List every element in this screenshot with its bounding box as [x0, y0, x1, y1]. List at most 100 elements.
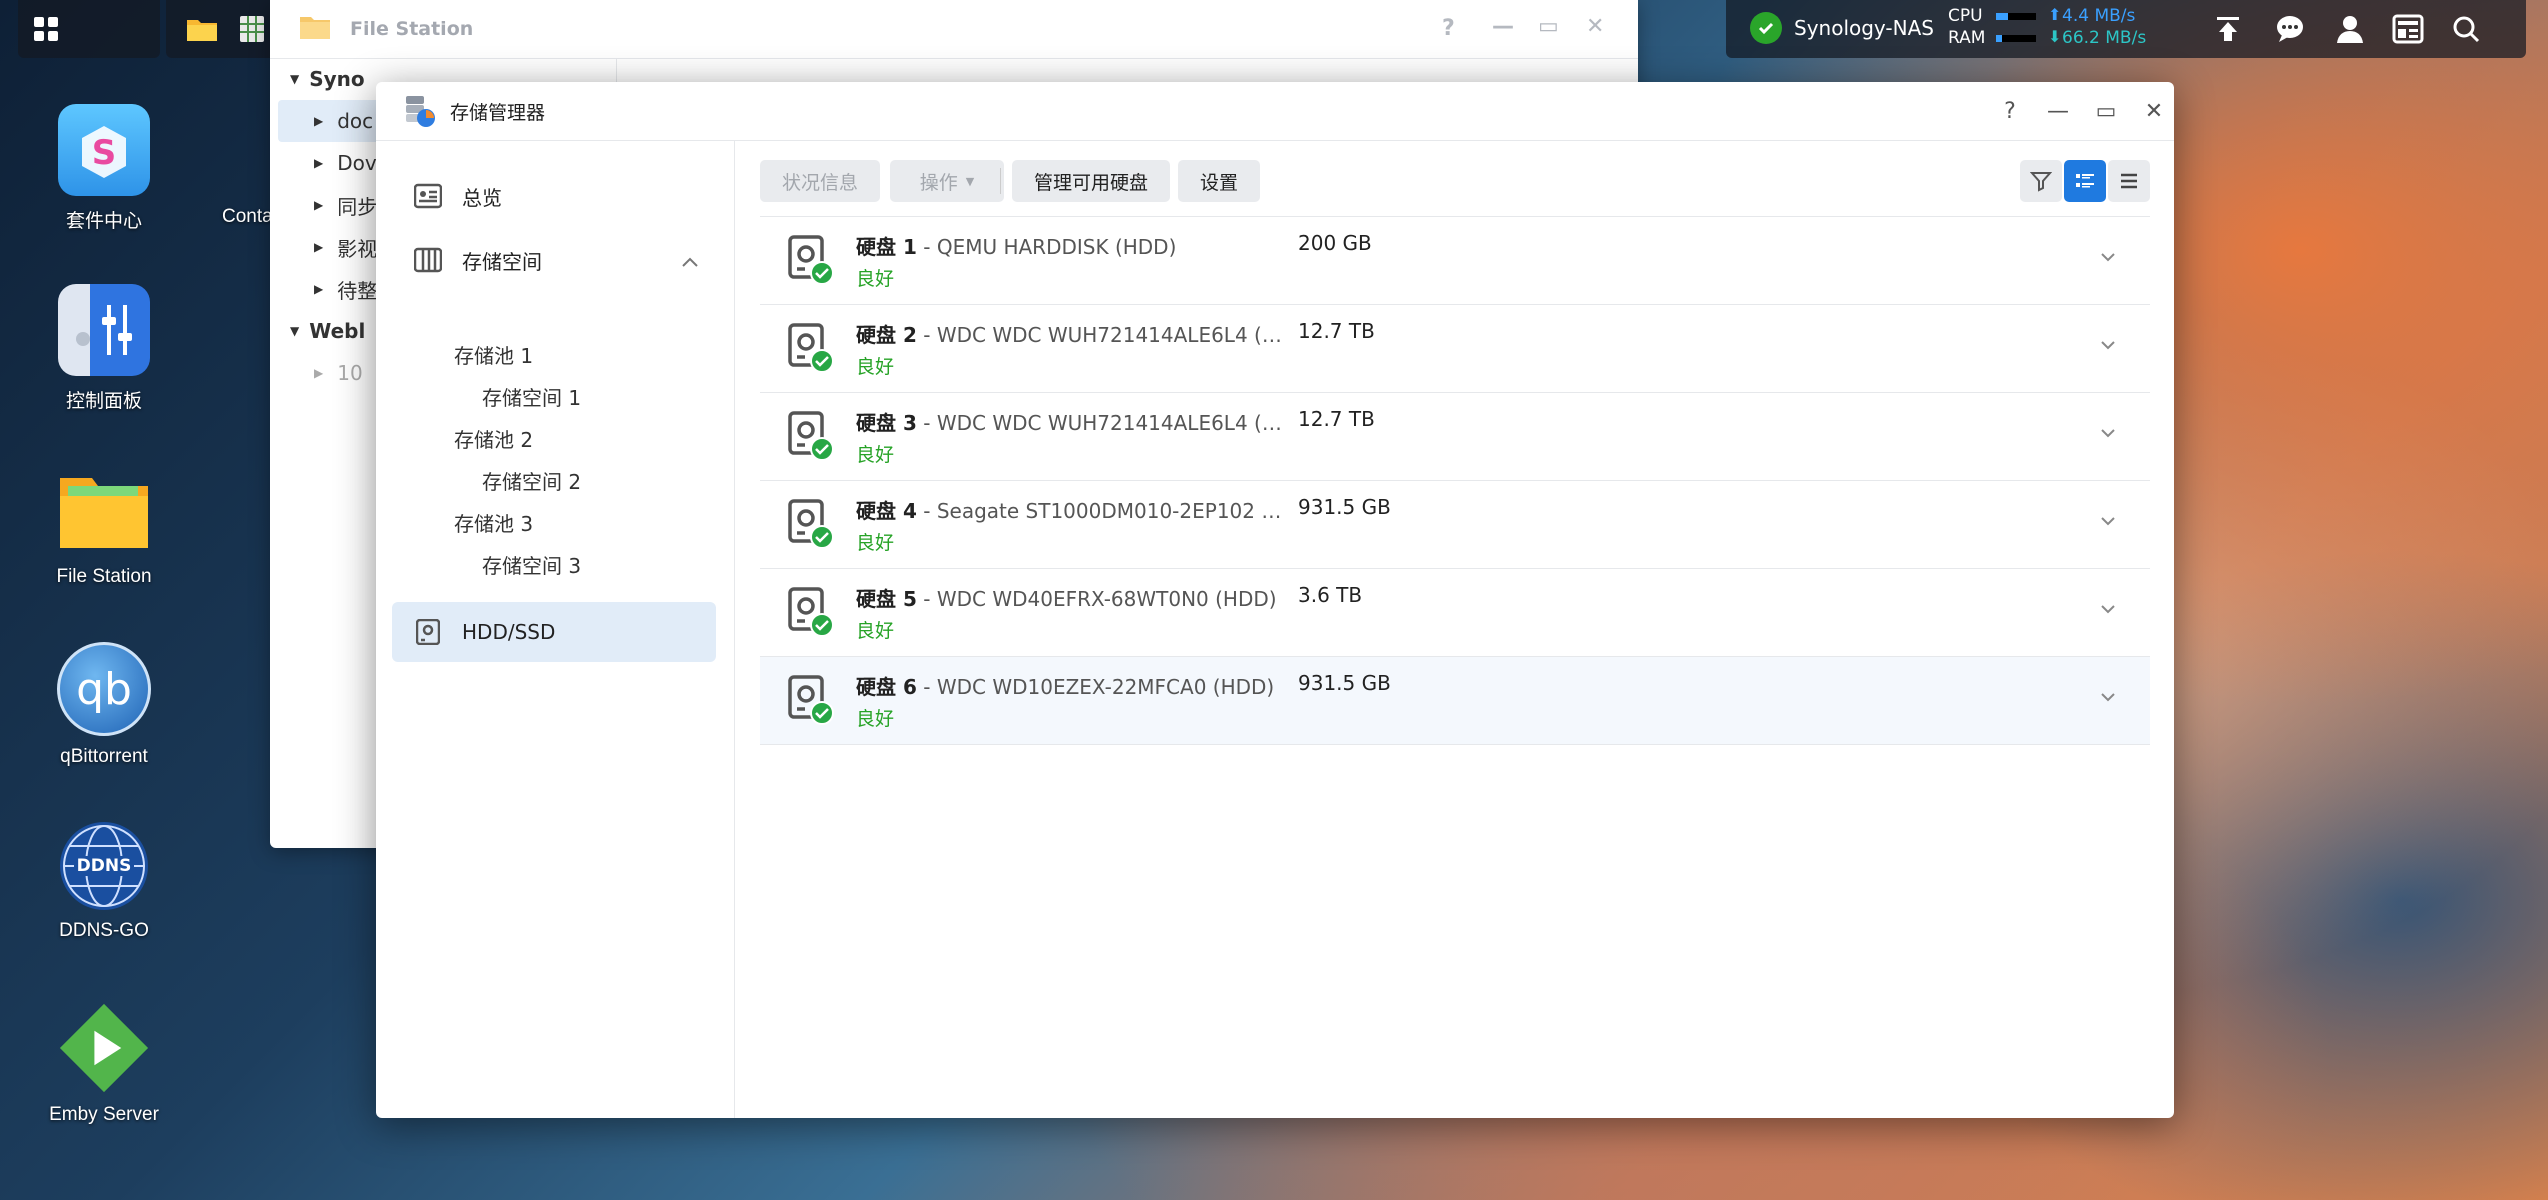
manage-disks-button[interactable]: 管理可用硬盘 [1012, 160, 1170, 202]
sidebar-item-volume-1[interactable]: 存储空间 1 [482, 376, 581, 416]
download-speed: 66.2 MB/s [2062, 28, 2147, 48]
storage-manager-app-icon [402, 94, 436, 128]
desktop-icon-package-center[interactable]: S 套件中心 [24, 104, 184, 233]
disk-size: 931.5 GB [1298, 671, 1391, 695]
desktop-icon-emby-server[interactable]: Emby Server [24, 1002, 184, 1126]
sidebar-item-label: 总览 [462, 185, 502, 210]
emby-icon [58, 1002, 150, 1094]
caret-right-icon: ▶ [314, 156, 324, 170]
caret-down-icon: ▼ [290, 324, 300, 338]
hdd-ok-icon [788, 323, 834, 373]
desktop-icon-file-station[interactable]: File Station [24, 464, 184, 588]
storage-manager-titlebar[interactable]: 存储管理器 ? — ▭ ✕ [376, 82, 2174, 141]
package-center-icon: S [58, 104, 150, 196]
close-button[interactable]: ✕ [2130, 82, 2174, 140]
chat-icon[interactable] [2268, 7, 2312, 51]
caret-down-icon: ▼ [290, 72, 300, 86]
sidebar-item-volume-3[interactable]: 存储空间 3 [482, 544, 581, 584]
desktop-icon-label: DDNS-GO [59, 920, 149, 941]
status-info-button[interactable]: 状况信息 [760, 160, 880, 202]
sidebar-item-overview[interactable]: 总览 [392, 166, 716, 226]
help-button[interactable]: ? [1986, 82, 2034, 140]
folder-icon[interactable] [180, 7, 224, 51]
sidebar-item-label: HDD/SSD [462, 620, 556, 644]
sidebar-item-pool-1[interactable]: 存储池 1 [454, 334, 533, 374]
disk-size: 12.7 TB [1298, 407, 1375, 431]
disk-name: 硬盘 1 - QEMU HARDDISK (HDD) [856, 235, 1177, 259]
desktop-icon-label: qBittorrent [60, 746, 148, 767]
overview-icon [414, 182, 442, 210]
file-station-titlebar[interactable]: File Station ? — ▭ ✕ [270, 0, 1638, 58]
cpu-label: CPU [1948, 6, 1983, 26]
list-view-button[interactable] [2108, 160, 2150, 202]
chevron-down-icon[interactable] [2096, 245, 2120, 269]
sidebar-item-volume-2[interactable]: 存储空间 2 [482, 460, 581, 500]
resource-monitor[interactable]: CPU RAM ⬆ 4.4 MB/s ⬇ 66.2 MB/s [1948, 5, 2168, 52]
user-icon[interactable] [2328, 7, 2372, 51]
hdd-ok-icon [788, 411, 834, 461]
desktop-icon-qbittorrent[interactable]: qb qBittorrent [24, 642, 184, 768]
upload-arrow-icon: ⬆ [2048, 5, 2062, 24]
disk-size: 200 GB [1298, 231, 1372, 255]
disk-row[interactable]: 硬盘 3 - WDC WDC WUH721414ALE6L4 (H... 良好 … [760, 393, 2150, 481]
nas-name: Synology-NAS [1794, 16, 1934, 40]
chevron-down-icon[interactable] [2096, 509, 2120, 533]
toolbar-divider [1000, 168, 1001, 194]
disk-name: 硬盘 5 - WDC WD40EFRX-68WT0N0 (HDD) [856, 587, 1277, 611]
sidebar-item-hdd-ssd[interactable]: HDD/SSD [392, 602, 716, 662]
list-icon [2121, 173, 2137, 189]
widgets-icon[interactable] [2386, 7, 2430, 51]
minimize-icon[interactable]: — [1492, 14, 1514, 39]
filter-icon [2030, 172, 2052, 192]
taskbar-left [18, 0, 160, 58]
detail-view-button[interactable] [2064, 160, 2106, 202]
qbittorrent-glyph: qb [76, 663, 132, 715]
sidebar-item-storage[interactable]: 存储空间 [392, 230, 716, 290]
disk-row[interactable]: 硬盘 1 - QEMU HARDDISK (HDD) 良好 200 GB [760, 217, 2150, 305]
hdd-ok-icon [788, 587, 834, 637]
desktop-icon-control-panel[interactable]: 控制面板 [24, 284, 184, 413]
filter-button[interactable] [2020, 160, 2062, 202]
caret-right-icon: ▶ [314, 282, 324, 296]
upload-icon[interactable] [2206, 7, 2250, 51]
disk-row[interactable]: 硬盘 2 - WDC WDC WUH721414ALE6L4 (H... 良好 … [760, 305, 2150, 393]
search-icon[interactable] [2444, 7, 2488, 51]
chevron-up-icon[interactable] [680, 250, 700, 274]
hdd-ok-icon [788, 499, 834, 549]
disk-row[interactable]: 硬盘 4 - Seagate ST1000DM010-2EP102 (... 良… [760, 481, 2150, 569]
desktop-icon-ddns-go[interactable]: DDNS DDNS-GO [24, 822, 184, 942]
taskbar-apps [166, 0, 276, 58]
help-icon[interactable]: ? [1442, 16, 1455, 41]
disk-row[interactable]: 硬盘 5 - WDC WD40EFRX-68WT0N0 (HDD) 良好 3.6… [760, 569, 2150, 657]
caret-right-icon: ▶ [314, 114, 324, 128]
desktop-icon-label: 控制面板 [65, 391, 142, 412]
disk-name: 硬盘 4 - Seagate ST1000DM010-2EP102 (... [856, 499, 1286, 523]
storage-icon [414, 246, 442, 274]
spreadsheet-icon[interactable] [230, 7, 274, 51]
apps-grid-icon[interactable] [24, 7, 68, 51]
close-icon[interactable]: ✕ [1586, 14, 1604, 39]
disk-name: 硬盘 6 - WDC WD10EZEX-22MFCA0 (HDD) [856, 675, 1275, 699]
upload-speed: 4.4 MB/s [2062, 6, 2136, 26]
disk-status: 良好 [856, 708, 895, 730]
disk-row[interactable]: 硬盘 6 - WDC WD10EZEX-22MFCA0 (HDD) 良好 931… [760, 657, 2150, 745]
nas-status[interactable]: Synology-NAS [1750, 12, 1934, 44]
storage-manager-window[interactable]: 存储管理器 ? — ▭ ✕ 总览 存储空间 存储池 1 存储空间 1 存储池 2… [376, 82, 2174, 1118]
sidebar-item-pool-2[interactable]: 存储池 2 [454, 418, 533, 458]
chevron-down-icon[interactable] [2096, 421, 2120, 445]
maximize-button[interactable]: ▭ [2082, 82, 2130, 140]
file-station-icon [58, 464, 150, 556]
hdd-icon [414, 618, 442, 646]
actions-button[interactable]: 操作 ▼ [890, 160, 1004, 202]
storage-main: 状况信息 操作 ▼ 管理可用硬盘 设置 硬盘 1 - QEMU HARDDISK… [734, 140, 2174, 1118]
caret-down-icon: ▼ [965, 174, 975, 188]
caret-right-icon: ▶ [314, 366, 324, 380]
disk-name: 硬盘 3 - WDC WDC WUH721414ALE6L4 (H... [856, 411, 1286, 435]
maximize-icon[interactable]: ▭ [1538, 14, 1559, 39]
minimize-button[interactable]: — [2034, 82, 2082, 140]
settings-button[interactable]: 设置 [1178, 160, 1260, 202]
chevron-down-icon[interactable] [2096, 333, 2120, 357]
sidebar-item-pool-3[interactable]: 存储池 3 [454, 502, 533, 542]
chevron-down-icon[interactable] [2096, 597, 2120, 621]
chevron-down-icon[interactable] [2096, 685, 2120, 709]
